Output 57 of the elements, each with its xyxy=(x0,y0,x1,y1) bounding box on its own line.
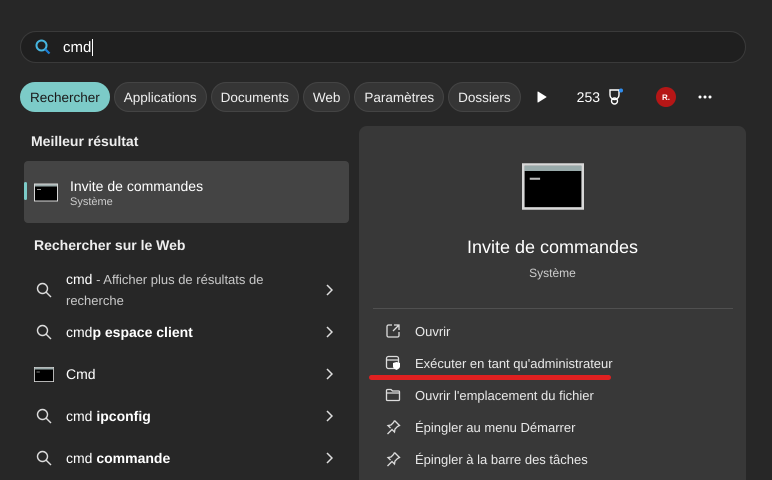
open-external-icon xyxy=(385,323,401,339)
pin-icon xyxy=(385,451,401,467)
chevron-right-icon xyxy=(325,326,333,338)
more-icon[interactable] xyxy=(698,95,712,99)
search-text: cmd xyxy=(63,38,94,56)
search-icon xyxy=(36,408,52,424)
search-icon xyxy=(36,282,52,298)
pin-icon xyxy=(385,419,401,435)
action-label: Épingler au menu Démarrer xyxy=(415,420,576,434)
web-result-text: cmd ipconfig xyxy=(66,407,152,426)
action-item[interactable]: Exécuter en tant qu'administrateur xyxy=(359,347,746,379)
search-field[interactable]: cmd xyxy=(20,31,746,63)
avatar[interactable]: R. xyxy=(656,87,676,107)
points-count: 253 xyxy=(576,89,600,105)
section-heading: Rechercher sur le Web xyxy=(34,237,186,253)
filter-chip[interactable]: Dossiers xyxy=(448,82,521,112)
folder-icon xyxy=(385,387,401,403)
search-icon xyxy=(36,324,52,340)
chevron-right-icon xyxy=(325,284,333,296)
terminal-icon xyxy=(34,366,54,382)
section-heading: Meilleur résultat xyxy=(31,133,140,149)
chevron-right-icon xyxy=(325,368,333,380)
filter-chip[interactable]: Web xyxy=(302,82,350,112)
action-label: Ouvrir l'emplacement du fichier xyxy=(415,388,594,402)
detail-subtitle: Système xyxy=(529,266,576,280)
web-result-item[interactable]: cmdp espace client xyxy=(24,311,349,353)
action-item[interactable]: Ouvrir xyxy=(359,315,746,347)
web-result-text: cmd - Afficher plus de résultats de recherche xyxy=(66,270,264,310)
filter-chip[interactable]: Applications xyxy=(114,82,207,112)
action-label: Exécuter en tant qu'administrateur xyxy=(415,356,613,370)
action-item[interactable]: Ouvrir l'emplacement du fichier xyxy=(359,379,746,411)
web-result-text: Cmd xyxy=(66,365,97,384)
web-result-text: cmd commande xyxy=(66,449,172,468)
chevron-right-icon xyxy=(325,410,333,422)
filter-chip[interactable]: Rechercher xyxy=(20,82,110,112)
web-result-item[interactable]: cmd ipconfig xyxy=(24,395,349,437)
web-result-item[interactable]: Cmd xyxy=(24,353,349,395)
filter-chip[interactable]: Paramètres xyxy=(354,82,444,112)
terminal-icon xyxy=(34,182,58,202)
web-result-text: cmdp espace client xyxy=(66,323,194,342)
terminal-icon xyxy=(522,162,584,211)
best-result-item[interactable]: Invite de commandes Système xyxy=(24,161,349,223)
detail-title: Invite de commandes xyxy=(466,237,638,258)
action-item[interactable]: Épingler au menu Démarrer xyxy=(359,411,746,443)
result-title: Invite de commandes xyxy=(70,176,204,196)
shield-window-icon xyxy=(385,355,401,371)
action-label: Ouvrir xyxy=(415,324,450,338)
search-icon xyxy=(36,450,52,466)
web-result-item[interactable]: cmd - Afficher plus de résultats de recherche xyxy=(24,269,349,311)
action-item[interactable]: Épingler à la barre des tâches xyxy=(359,443,746,475)
search-icon xyxy=(35,39,51,55)
chevron-right-icon xyxy=(325,452,333,464)
web-result-item[interactable]: cmd commande xyxy=(24,437,349,479)
play-icon[interactable] xyxy=(536,91,547,103)
filter-chip[interactable]: Documents xyxy=(210,82,299,112)
result-subtitle: Système xyxy=(70,196,114,208)
action-label: Épingler à la barre des tâches xyxy=(415,452,588,466)
